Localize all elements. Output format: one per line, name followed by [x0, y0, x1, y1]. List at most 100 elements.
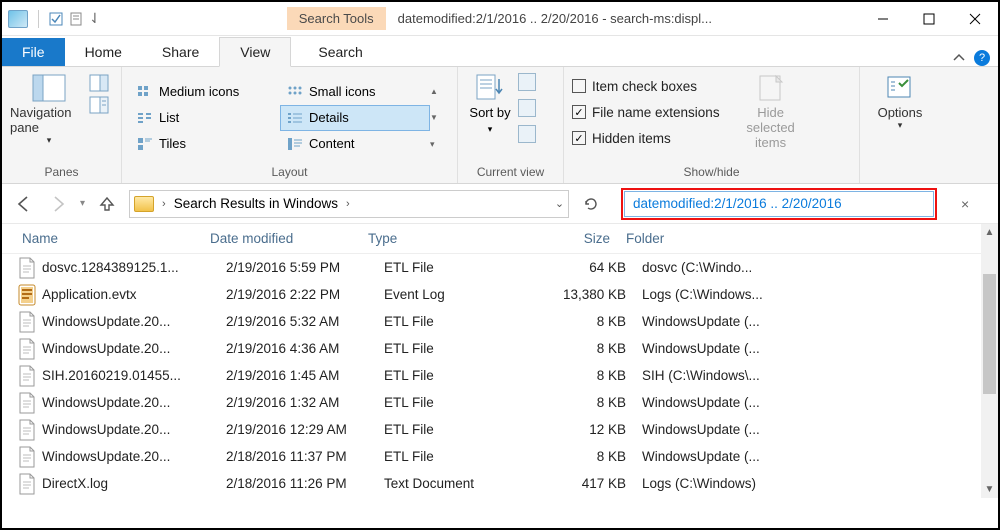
table-row[interactable]: dosvc.1284389125.1...2/19/2016 5:59 PMET… [2, 254, 981, 281]
group-by-icon[interactable] [518, 73, 536, 91]
table-row[interactable]: WindowsUpdate.20...2/18/2016 11:37 PMETL… [2, 443, 981, 470]
table-row[interactable]: WindowsUpdate.20...2/19/2016 1:32 AMETL … [2, 389, 981, 416]
scroll-down-icon[interactable]: ▼ [981, 481, 998, 498]
cell-size: 8 KB [532, 314, 634, 329]
cell-type: ETL File [376, 395, 532, 410]
cell-size: 8 KB [532, 341, 634, 356]
chevron-right-icon[interactable]: › [162, 198, 166, 210]
cell-date: 2/19/2016 5:59 PM [218, 260, 376, 275]
cell-folder: dosvc (C:\Windo... [634, 260, 981, 275]
tab-home[interactable]: Home [65, 38, 142, 66]
chevron-right-icon[interactable]: › [346, 198, 350, 210]
clear-search-button[interactable]: × [953, 196, 977, 212]
layout-details[interactable]: Details [280, 105, 430, 131]
quick-access-toolbar: ⇃ [2, 10, 107, 28]
refresh-button[interactable] [579, 192, 603, 216]
cell-folder: Logs (C:\Windows) [634, 476, 981, 491]
cell-name: SIH.20160219.01455... [42, 368, 218, 383]
cell-date: 2/19/2016 2:22 PM [218, 287, 376, 302]
window-title: datemodified:2/1/2016 .. 2/20/2016 - sea… [398, 11, 860, 26]
opt-file-ext[interactable]: File name extensions [572, 99, 720, 125]
cell-type: ETL File [376, 260, 532, 275]
cell-size: 13,380 KB [532, 287, 634, 302]
column-headers: Name Date modified Type Size Folder [2, 224, 981, 254]
search-input[interactable]: datemodified:2/1/2016 .. 2/20/2016 [624, 191, 934, 217]
scrollbar[interactable]: ▲ ▼ [981, 224, 998, 498]
table-row[interactable]: Application.evtx2/19/2016 2:22 PMEvent L… [2, 281, 981, 308]
navigation-pane-button[interactable]: Navigation pane ▾ [10, 73, 88, 146]
cell-type: ETL File [376, 314, 532, 329]
navigation-pane-label: Navigation pane [10, 105, 88, 135]
properties-icon[interactable] [69, 12, 83, 26]
table-row[interactable]: WindowsUpdate.20...2/19/2016 4:36 AMETL … [2, 335, 981, 362]
cell-size: 8 KB [532, 449, 634, 464]
scroll-thumb[interactable] [983, 274, 996, 394]
cell-date: 2/19/2016 12:29 AM [218, 422, 376, 437]
tab-file[interactable]: File [2, 38, 65, 66]
layout-medium-icons[interactable]: Medium icons [130, 79, 280, 105]
layout-tiles[interactable]: Tiles [130, 131, 280, 157]
breadcrumb[interactable]: › Search Results in Windows › ⌄ [129, 190, 569, 218]
file-list: Name Date modified Type Size Folder dosv… [2, 224, 998, 498]
table-row[interactable]: WindowsUpdate.20...2/19/2016 5:32 AMETL … [2, 308, 981, 335]
cell-size: 64 KB [532, 260, 634, 275]
collapse-ribbon-icon[interactable] [952, 51, 966, 65]
cell-folder: WindowsUpdate (... [634, 449, 981, 464]
layout-list[interactable]: List [130, 105, 280, 131]
folder-icon [134, 196, 154, 212]
table-row[interactable]: WindowsUpdate.20...2/19/2016 12:29 AMETL… [2, 416, 981, 443]
up-button[interactable] [95, 192, 119, 216]
group-panes-label: Panes [2, 162, 121, 183]
cell-type: ETL File [376, 422, 532, 437]
breadcrumb-label[interactable]: Search Results in Windows [174, 196, 338, 211]
scroll-up-icon[interactable]: ▲ [981, 224, 998, 241]
close-button[interactable] [952, 4, 998, 34]
col-type[interactable]: Type [360, 231, 516, 246]
col-folder[interactable]: Folder [618, 231, 981, 246]
size-columns-icon[interactable] [518, 125, 536, 143]
tab-share[interactable]: Share [142, 38, 219, 66]
opt-item-checkboxes[interactable]: Item check boxes [572, 73, 720, 99]
ribbon: Navigation pane ▾ Panes Medium icons Sma… [2, 66, 998, 184]
cell-folder: WindowsUpdate (... [634, 395, 981, 410]
tab-view[interactable]: View [219, 37, 291, 67]
table-row[interactable]: SIH.20160219.01455...2/19/2016 1:45 AMET… [2, 362, 981, 389]
cell-name: WindowsUpdate.20... [42, 314, 218, 329]
cell-name: WindowsUpdate.20... [42, 341, 218, 356]
tab-search[interactable]: Search [298, 38, 382, 66]
cell-size: 8 KB [532, 368, 634, 383]
layout-small-icons[interactable]: Small icons [280, 79, 430, 105]
help-icon[interactable]: ? [974, 50, 990, 66]
search-tools-tab-label[interactable]: Search Tools [287, 7, 386, 30]
group-showhide-label: Show/hide [564, 162, 859, 183]
file-icon [18, 473, 36, 495]
cell-name: Application.evtx [42, 287, 218, 302]
chevron-down-icon[interactable]: ⌄ [555, 197, 564, 210]
recent-locations-icon[interactable]: ▾ [80, 198, 85, 209]
file-icon [18, 311, 36, 333]
col-name[interactable]: Name [2, 231, 202, 246]
preview-pane-icon[interactable] [90, 75, 108, 91]
title-bar: ⇃ Search Tools datemodified:2/1/2016 .. … [2, 2, 998, 36]
qat-dropdown-icon[interactable]: ⇃ [89, 10, 101, 27]
cell-size: 12 KB [532, 422, 634, 437]
sort-by-button[interactable]: Sort by▾ [466, 73, 514, 135]
cell-name: dosvc.1284389125.1... [42, 260, 218, 275]
back-button[interactable] [12, 192, 36, 216]
details-pane-icon[interactable] [90, 97, 108, 113]
table-row[interactable]: DirectX.log2/18/2016 11:26 PMText Docume… [2, 470, 981, 497]
file-icon [18, 284, 36, 306]
checkbox-icon[interactable] [49, 12, 63, 26]
layout-content[interactable]: Content [280, 131, 430, 157]
add-columns-icon[interactable] [518, 99, 536, 117]
cell-folder: Logs (C:\Windows... [634, 287, 981, 302]
col-date[interactable]: Date modified [202, 231, 360, 246]
cell-name: WindowsUpdate.20... [42, 449, 218, 464]
options-button[interactable]: Options▾ [868, 73, 932, 131]
file-icon [18, 419, 36, 441]
opt-hidden-items[interactable]: Hidden items [572, 125, 720, 151]
col-size[interactable]: Size [516, 231, 618, 246]
minimize-button[interactable] [860, 4, 906, 34]
maximize-button[interactable] [906, 4, 952, 34]
ribbon-tabs: File Home Share View Search ? [2, 36, 998, 66]
